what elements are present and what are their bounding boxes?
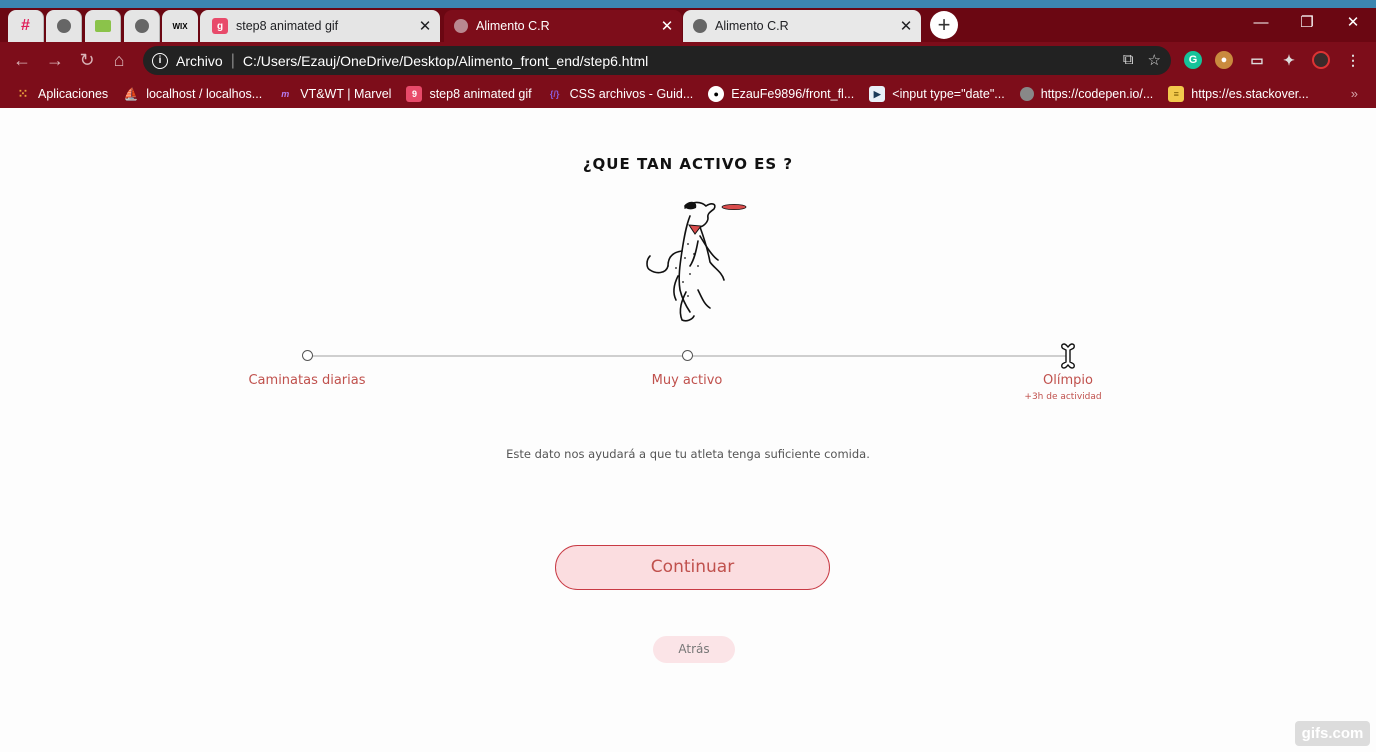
tab-alimento-2[interactable]: Alimento C.R ✕: [683, 10, 921, 42]
mdn-icon: ▶: [869, 85, 886, 102]
globe-icon: [134, 19, 149, 33]
close-icon[interactable]: ✕: [897, 17, 915, 35]
cast-icon[interactable]: ▭: [1248, 51, 1266, 69]
giphy-icon: 9: [406, 85, 423, 102]
back-button[interactable]: Atrás: [653, 636, 735, 663]
globe-icon: [693, 19, 707, 33]
bookmark-apps[interactable]: ⁙ Aplicaciones: [15, 85, 109, 102]
stackoverflow-icon: ≡: [1168, 85, 1185, 102]
tab-title: Alimento C.R: [476, 19, 550, 33]
bookmark-label: VT&WT | Marvel: [300, 86, 392, 101]
bookmark-star-icon[interactable]: ☆: [1148, 51, 1161, 69]
wix-icon: WIX: [172, 21, 188, 31]
cookie-icon[interactable]: ●: [1215, 51, 1233, 69]
bookmark-css[interactable]: {/} CSS archivos - Guid...: [547, 86, 694, 102]
level-sublabel-olimpio: +3h de actividad: [1024, 392, 1102, 402]
bookmark-label: CSS archivos - Guid...: [569, 86, 694, 101]
giphy-icon: g: [212, 18, 228, 34]
menu-kebab-icon[interactable]: ⋮: [1344, 51, 1362, 69]
slider-node-caminatas[interactable]: [302, 350, 313, 361]
bookmark-label: https://es.stackover...: [1191, 86, 1309, 101]
window-top-strip: [0, 0, 1376, 8]
window-close-button[interactable]: ✕: [1330, 8, 1376, 38]
github-icon: ●: [708, 85, 725, 102]
omnibox-actions: ⧉ ☆: [1123, 51, 1161, 69]
new-tab-button[interactable]: +: [930, 11, 958, 39]
pinned-tab-wix[interactable]: WIX: [162, 10, 198, 42]
extensions-puzzle-icon[interactable]: ✦: [1280, 51, 1298, 69]
globe-icon: [56, 19, 71, 33]
bookmark-step8[interactable]: 9 step8 animated gif: [406, 85, 532, 102]
bookmark-stackoverflow[interactable]: ≡ https://es.stackover...: [1168, 85, 1309, 102]
slider-node-muy-activo[interactable]: [682, 350, 693, 361]
address-bar[interactable]: i Archivo | C:/Users/Ezauj/OneDrive/Desk…: [143, 46, 1171, 75]
tab-title: step8 animated gif: [236, 19, 339, 33]
scheme-label: Archivo: [176, 52, 223, 69]
bookmark-github[interactable]: ● EzauFe9896/front_fl...: [708, 85, 855, 102]
css-icon: {/}: [549, 88, 560, 99]
slack-icon: #: [21, 17, 30, 34]
wolfram-icon: [94, 20, 111, 32]
grammarly-icon[interactable]: G: [1184, 51, 1202, 69]
tab-alimento-1[interactable]: Alimento C.R ✕: [444, 10, 682, 42]
bookmark-label: Aplicaciones: [38, 86, 109, 101]
bookmark-label: localhost / localhos...: [146, 86, 263, 101]
pinned-tab-globe[interactable]: [46, 10, 82, 42]
bookmark-label: step8 animated gif: [429, 86, 532, 101]
bookmark-label: <input type="date"...: [892, 86, 1005, 101]
restore-button[interactable]: ❐: [1284, 8, 1330, 38]
bookmark-codepen[interactable]: https://codepen.io/...: [1019, 86, 1154, 101]
avatar[interactable]: [1312, 51, 1330, 69]
bookmark-mdn[interactable]: ▶ <input type="date"...: [869, 85, 1005, 102]
watermark: gifs.com: [1295, 721, 1370, 746]
bookmark-label: EzauFe9896/front_fl...: [731, 86, 855, 101]
helper-text: Este dato nos ayudará a que tu atleta te…: [506, 447, 870, 461]
close-icon[interactable]: ✕: [416, 17, 434, 35]
divider: |: [230, 51, 235, 69]
home-icon[interactable]: ⌂: [107, 48, 131, 72]
reload-icon[interactable]: ↻: [75, 48, 99, 72]
info-icon[interactable]: i: [152, 52, 168, 69]
browser-toolbar: ← → ↻ ⌂ i Archivo | C:/Users/Ezauj/OneDr…: [0, 42, 1376, 79]
tab-bar: # WIX g step8 animated gif ✕ Alimento C.…: [0, 8, 1376, 42]
pinned-tab-globe-2[interactable]: [124, 10, 160, 42]
phpmyadmin-icon: ⛵: [123, 86, 139, 101]
bookmarks-bar: ⁙ Aplicaciones ⛵ localhost / localhos...…: [0, 79, 1376, 108]
globe-icon: [1019, 86, 1034, 101]
chevron-more-icon[interactable]: »: [1351, 86, 1358, 101]
minimize-button[interactable]: —: [1238, 8, 1284, 38]
bone-slider-thumb-icon[interactable]: [1059, 342, 1077, 370]
globe-icon: [454, 19, 468, 33]
pinned-tab-slack[interactable]: #: [8, 10, 44, 42]
tab-step8-gif[interactable]: g step8 animated gif ✕: [200, 10, 440, 42]
marvel-icon: m: [281, 88, 290, 99]
level-label-olimpio[interactable]: Olímpio: [1043, 373, 1093, 388]
translate-icon[interactable]: ⧉: [1123, 51, 1134, 69]
continue-button[interactable]: Continuar: [555, 545, 830, 590]
apps-grid-icon: ⁙: [17, 85, 29, 101]
bookmark-localhost[interactable]: ⛵ localhost / localhos...: [123, 86, 263, 102]
tab-title: Alimento C.R: [715, 19, 789, 33]
level-label-muy-activo[interactable]: Muy activo: [652, 373, 723, 388]
pinned-tab-wolfram[interactable]: [85, 10, 121, 42]
forward-arrow-icon[interactable]: →: [43, 48, 67, 72]
close-icon[interactable]: ✕: [658, 17, 676, 35]
url-text[interactable]: C:/Users/Ezauj/OneDrive/Desktop/Alimento…: [243, 53, 648, 69]
back-arrow-icon[interactable]: ←: [10, 48, 34, 72]
page-content: ¿QUE TAN ACTIVO ES ? Caminatas diarias M…: [0, 108, 1376, 752]
bookmark-label: https://codepen.io/...: [1040, 86, 1154, 101]
page-title: ¿QUE TAN ACTIVO ES ?: [582, 155, 794, 173]
dog-illustration: [646, 201, 747, 322]
level-label-caminatas[interactable]: Caminatas diarias: [248, 373, 365, 388]
bookmark-marvel[interactable]: m VT&WT | Marvel: [277, 86, 391, 102]
